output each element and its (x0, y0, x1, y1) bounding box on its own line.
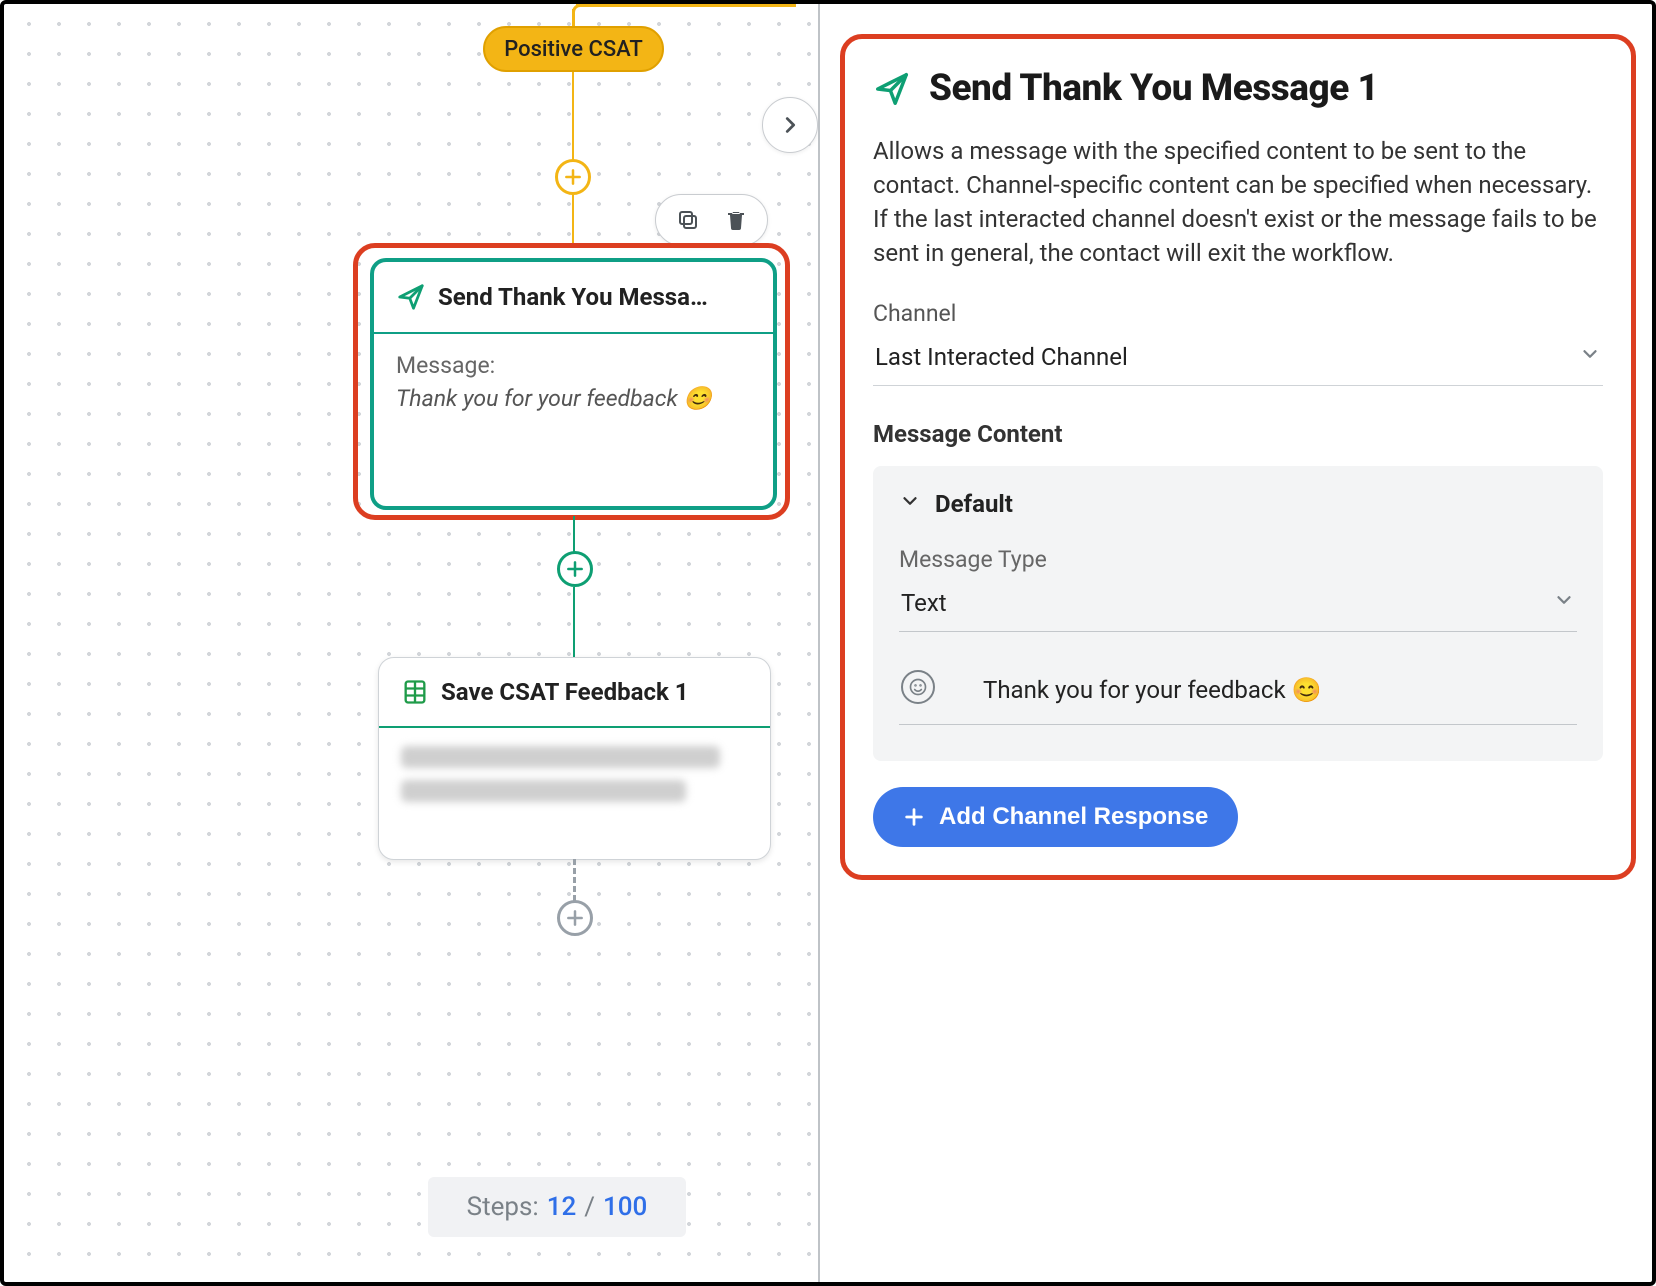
send-icon (396, 282, 426, 312)
send-icon (873, 70, 911, 108)
connector-plus-to-node2 (573, 587, 575, 658)
message-type-select[interactable]: Text (899, 581, 1577, 632)
branch-connector-horizontal (576, 4, 796, 7)
channel-field-label: Channel (873, 300, 1603, 327)
add-channel-response-label: Add Channel Response (939, 803, 1208, 831)
message-type-value: Text (901, 589, 947, 617)
connector-dashed (573, 859, 576, 901)
plus-icon (903, 806, 925, 828)
delete-node-button[interactable] (723, 207, 749, 233)
duplicate-node-button[interactable] (675, 207, 701, 233)
connector-node1-to-plus (573, 516, 575, 552)
steps-current: 12 (547, 1192, 577, 1222)
message-type-label: Message Type (899, 546, 1577, 573)
blurred-content-line (401, 780, 686, 802)
node-action-toolbar (655, 194, 768, 246)
chevron-right-icon (779, 114, 801, 136)
connector-plus-to-node1 (572, 195, 574, 244)
workflow-node-send-message[interactable]: Send Thank You Messa… Message: Thank you… (370, 258, 777, 510)
add-channel-response-button[interactable]: Add Channel Response (873, 787, 1238, 847)
default-response-block: Default Message Type Text Thank you (873, 466, 1603, 761)
chevron-down-icon (1553, 589, 1575, 617)
panel-title: Send Thank You Message 1 (929, 67, 1378, 110)
steps-max: 100 (603, 1192, 647, 1222)
copy-icon (676, 208, 700, 232)
steps-separator: / (584, 1192, 595, 1222)
panel-toggle-button[interactable] (762, 97, 818, 153)
workflow-node-save-csat[interactable]: Save CSAT Feedback 1 (378, 657, 771, 860)
branch-connector-vertical (572, 9, 575, 26)
node2-title: Save CSAT Feedback 1 (441, 678, 689, 706)
add-step-button-middle[interactable] (557, 551, 593, 587)
chevron-down-icon (1579, 343, 1601, 371)
workflow-canvas[interactable]: Positive CSAT Send Than (4, 4, 820, 1282)
chevron-down-icon (899, 490, 921, 518)
default-block-toggle[interactable]: Default (899, 490, 1577, 518)
steps-label: Steps: (467, 1192, 539, 1222)
node-message-preview: Thank you for your feedback 😊 (396, 385, 751, 412)
node-title: Send Thank You Messa… (438, 283, 708, 311)
default-block-title: Default (935, 490, 1013, 518)
add-step-button-top[interactable] (555, 159, 591, 195)
trash-icon (724, 208, 748, 232)
smile-icon (908, 677, 928, 697)
node-message-label: Message: (396, 352, 751, 379)
blurred-content-line (401, 746, 720, 768)
connector-pill-to-plus (572, 72, 574, 161)
channel-select-value: Last Interacted Channel (875, 343, 1128, 371)
emoji-picker-button[interactable] (901, 670, 935, 704)
steps-counter: Steps: 12 / 100 (428, 1177, 686, 1237)
message-text-input[interactable]: Thank you for your feedback 😊 (953, 676, 1321, 704)
selected-node-highlight: Send Thank You Messa… Message: Thank you… (353, 243, 790, 520)
spreadsheet-icon (401, 678, 429, 706)
panel-highlight: Send Thank You Message 1 Allows a messag… (840, 34, 1636, 880)
message-content-label: Message Content (873, 420, 1603, 448)
panel-description: Allows a message with the specified cont… (873, 134, 1603, 270)
channel-select[interactable]: Last Interacted Channel (873, 335, 1603, 386)
node-editor-panel: Send Thank You Message 1 Allows a messag… (820, 4, 1656, 1282)
add-step-button-bottom[interactable] (557, 900, 593, 936)
branch-pill-positive-csat[interactable]: Positive CSAT (483, 26, 664, 72)
